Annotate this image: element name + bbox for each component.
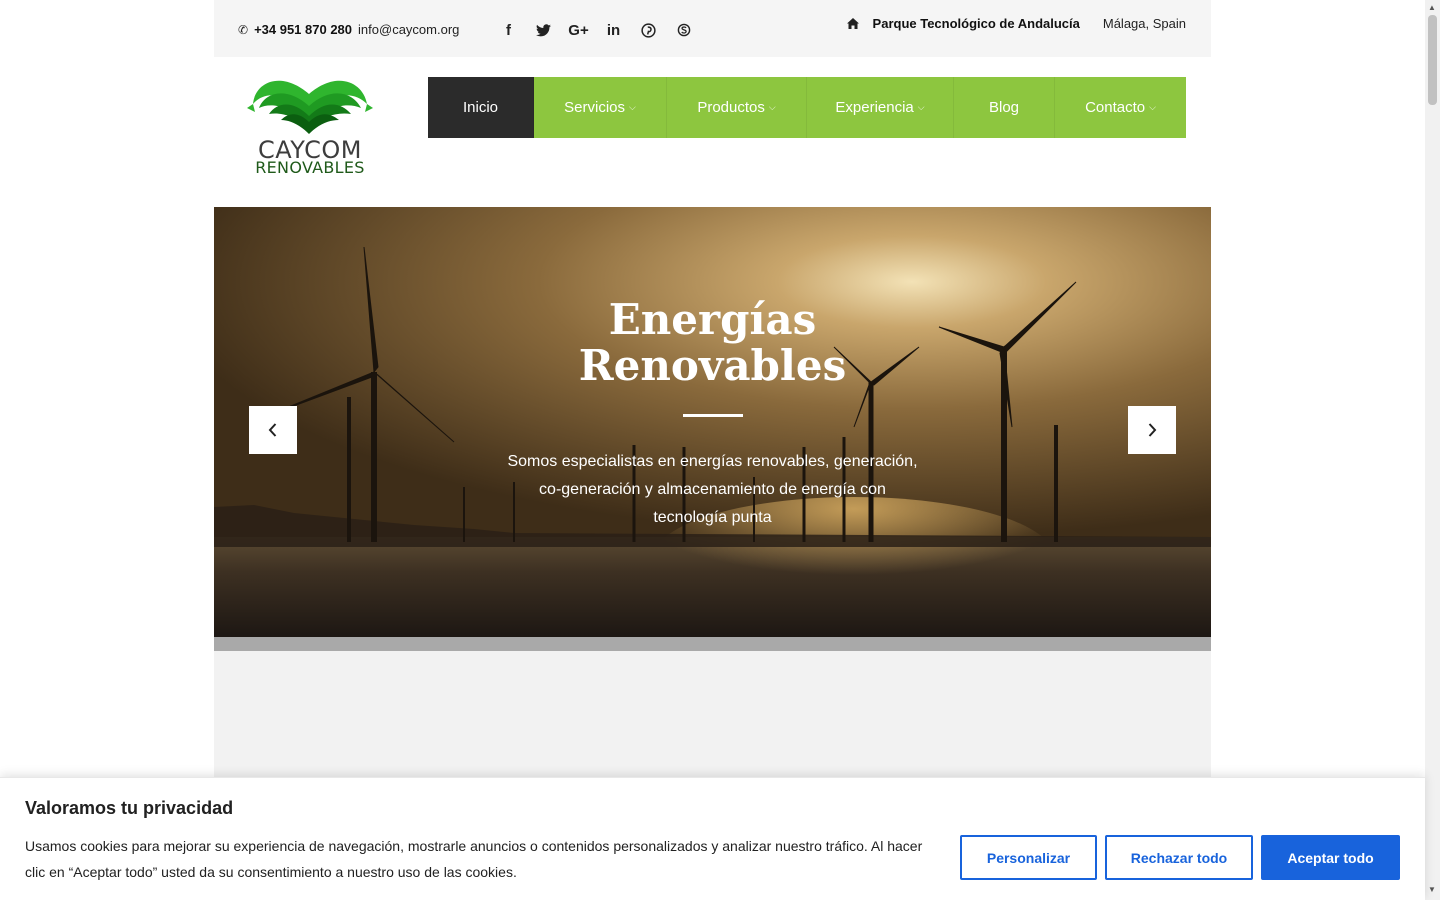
customize-button[interactable]: Personalizar <box>960 835 1097 880</box>
nav-item-label: Contacto <box>1085 99 1146 116</box>
cookie-consent-banner: Valoramos tu privacidad Usamos cookies p… <box>0 777 1425 900</box>
google-plus-icon[interactable]: G+ <box>561 19 596 41</box>
slider-next-button[interactable] <box>1128 406 1176 454</box>
phone-icon: ✆ <box>238 22 249 37</box>
site-logo[interactable]: CAYCOM RENOVABLES <box>241 72 379 178</box>
hero-slider: Energías Renovables Somos especialistas … <box>214 207 1211 637</box>
hero-title: Energías Renovables <box>214 297 1211 389</box>
top-bar: ✆ +34 951 870 280 info@caycom.org f G+ i… <box>214 0 1211 57</box>
logo-emblem <box>247 80 373 134</box>
hero-title-line1: Energías <box>608 295 817 344</box>
nav-item-productos[interactable]: Productos ⌵ <box>667 77 807 138</box>
hero-background-image <box>214 207 1211 637</box>
accept-all-button[interactable]: Aceptar todo <box>1261 835 1400 880</box>
logo-text-renovables: RENOVABLES <box>255 158 365 177</box>
address-name: Parque Tecnológico de Andalucía <box>872 16 1080 31</box>
nav-item-inicio[interactable]: Inicio <box>428 77 534 138</box>
reject-all-button[interactable]: Rechazar todo <box>1105 835 1253 880</box>
hero-title-line2: Renovables <box>578 341 847 390</box>
scrollbar-thumb[interactable] <box>1428 15 1437 105</box>
nav-item-blog[interactable]: Blog <box>954 77 1055 138</box>
chevron-down-icon: ⌵ <box>917 102 925 112</box>
nav-item-label: Experiencia <box>835 99 914 116</box>
nav-item-label: Blog <box>988 99 1020 116</box>
scroll-down-arrow-icon[interactable]: ▼ <box>1428 885 1436 894</box>
hero-description: Somos especialistas en energías renovabl… <box>507 453 918 526</box>
slider-prev-button[interactable] <box>249 406 297 454</box>
nav-item-label: Productos <box>697 99 765 116</box>
chevron-down-icon: ⌵ <box>1149 102 1156 112</box>
nav-item-servicios[interactable]: Servicios ⌵ <box>534 77 667 138</box>
slider-progress-bar <box>214 637 1211 651</box>
linkedin-icon[interactable]: in <box>596 19 631 41</box>
nav-item-experiencia[interactable]: Experiencia ⌵ <box>807 77 954 138</box>
facebook-icon[interactable]: f <box>491 19 526 41</box>
cookie-title: Valoramos tu privacidad <box>25 798 234 818</box>
page-scrollbar[interactable]: ▲ ▼ <box>1425 0 1440 900</box>
social-links: f G+ in <box>491 19 701 41</box>
scroll-up-arrow-icon[interactable]: ▲ <box>1428 3 1436 12</box>
pinterest-icon[interactable] <box>631 19 666 41</box>
contact-info: ✆ +34 951 870 280 info@caycom.org <box>238 22 459 37</box>
chevron-left-icon <box>268 423 277 437</box>
phone-number[interactable]: +34 951 870 280 <box>254 22 352 37</box>
nav-item-label: Inicio <box>462 99 499 116</box>
twitter-icon[interactable] <box>526 19 561 41</box>
address-info: Parque Tecnológico de Andalucía Málaga, … <box>846 16 1186 31</box>
main-navigation: Inicio Servicios ⌵ Productos ⌵ Experienc… <box>428 77 1186 138</box>
nav-item-contacto[interactable]: Contacto ⌵ <box>1055 77 1186 138</box>
hero-divider <box>683 414 743 417</box>
nav-item-label: Servicios <box>564 99 626 116</box>
skype-icon[interactable] <box>666 19 701 41</box>
address-city: Málaga, Spain <box>1102 16 1186 31</box>
chevron-down-icon: ⌵ <box>768 102 776 112</box>
cookie-text: Usamos cookies para mejorar su experienc… <box>25 838 923 880</box>
home-icon <box>846 18 859 29</box>
email-link[interactable]: info@caycom.org <box>358 22 459 37</box>
chevron-down-icon: ⌵ <box>629 102 636 112</box>
chevron-right-icon <box>1148 423 1157 437</box>
